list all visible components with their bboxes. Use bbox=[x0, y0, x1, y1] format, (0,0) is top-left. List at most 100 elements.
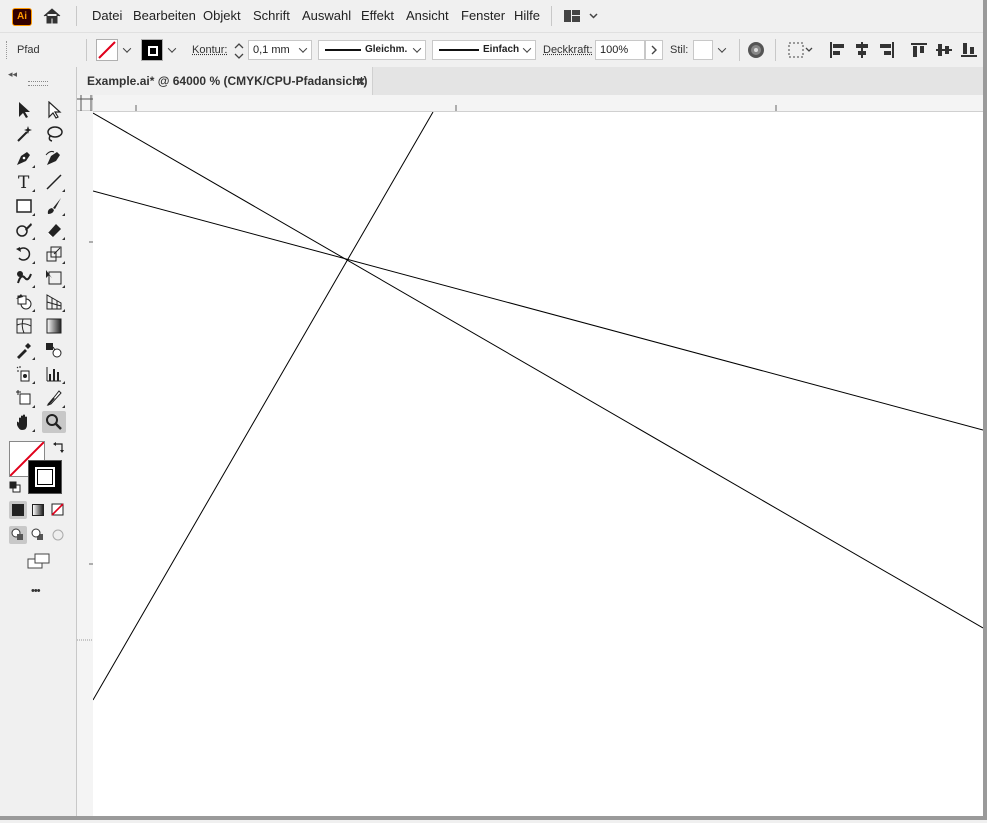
screen-mode-icon[interactable] bbox=[27, 553, 51, 569]
chevron-down-icon[interactable] bbox=[409, 40, 425, 60]
menu-objekt[interactable]: Objekt bbox=[203, 8, 241, 23]
stroke-weight-input[interactable]: 0,1 mm bbox=[248, 40, 312, 60]
shaper-tool-icon[interactable] bbox=[12, 219, 36, 241]
perspective-grid-tool-icon[interactable] bbox=[42, 291, 66, 313]
align-left-icon[interactable] bbox=[828, 41, 846, 59]
align-horizontal-center-icon[interactable] bbox=[853, 41, 871, 59]
direct-selection-tool-icon[interactable] bbox=[42, 99, 66, 121]
opacity-label[interactable]: Deckkraft: bbox=[543, 44, 593, 56]
document-tab[interactable]: Example.ai* @ 64000 % (CMYK/CPU-Pfadansi… bbox=[77, 67, 373, 95]
horizontal-ruler[interactable] bbox=[77, 95, 987, 112]
stroke-swatch[interactable] bbox=[141, 39, 163, 61]
fill-swatch[interactable] bbox=[96, 39, 118, 61]
style-swatch[interactable] bbox=[693, 40, 713, 60]
shape-builder-tool-icon[interactable] bbox=[12, 291, 36, 313]
gradient-tool-icon[interactable] bbox=[42, 315, 66, 337]
align-to-selection-icon[interactable] bbox=[787, 41, 813, 59]
none-button[interactable] bbox=[49, 501, 67, 519]
brush-definition-dropdown[interactable]: Einfach bbox=[432, 40, 536, 60]
profile-line-icon bbox=[325, 49, 361, 51]
blend-tool-icon[interactable] bbox=[42, 339, 66, 361]
color-mode-group bbox=[9, 501, 67, 521]
ruler-origin[interactable] bbox=[77, 95, 93, 111]
gradient-button[interactable] bbox=[29, 501, 47, 519]
menu-auswahl[interactable]: Auswahl bbox=[302, 8, 351, 23]
stroke-weight-stepper[interactable] bbox=[231, 40, 247, 62]
chevron-down-icon[interactable] bbox=[295, 40, 311, 60]
draw-normal-icon bbox=[9, 526, 27, 544]
fill-dropdown-chevron-icon[interactable] bbox=[119, 40, 135, 60]
path-line bbox=[93, 191, 983, 430]
color-icon bbox=[12, 504, 24, 516]
symbol-sprayer-tool-icon[interactable] bbox=[12, 363, 36, 385]
column-graph-tool-icon[interactable] bbox=[42, 363, 66, 385]
chevron-right-icon bbox=[646, 41, 662, 59]
menu-ansicht[interactable]: Ansicht bbox=[406, 8, 449, 23]
color-button[interactable] bbox=[9, 501, 27, 519]
draw-inside-icon bbox=[49, 526, 67, 544]
recolor-artwork-icon[interactable] bbox=[747, 41, 765, 59]
hand-tool-icon[interactable] bbox=[12, 411, 36, 433]
path-line bbox=[93, 113, 983, 628]
align-top-icon[interactable] bbox=[910, 41, 928, 59]
menu-effekt[interactable]: Effekt bbox=[361, 8, 394, 23]
workspace-switcher[interactable] bbox=[563, 9, 601, 23]
separator bbox=[775, 39, 776, 61]
window-border bbox=[983, 0, 987, 820]
opacity-value: 100% bbox=[600, 44, 628, 56]
default-fill-stroke-icon[interactable] bbox=[9, 481, 21, 493]
line-segment-tool-icon[interactable] bbox=[42, 171, 66, 193]
curvature-tool-icon[interactable] bbox=[42, 147, 66, 169]
menu-fenster[interactable]: Fenster bbox=[461, 8, 505, 23]
workspace-icon bbox=[563, 9, 601, 23]
swap-fill-stroke-icon[interactable] bbox=[52, 441, 66, 455]
scale-tool-icon[interactable] bbox=[42, 243, 66, 265]
lasso-tool-icon[interactable] bbox=[42, 123, 66, 145]
paintbrush-tool-icon[interactable] bbox=[42, 195, 66, 217]
stroke-label[interactable]: Kontur: bbox=[192, 44, 227, 56]
free-transform-tool-icon[interactable] bbox=[42, 267, 66, 289]
vertical-ruler[interactable] bbox=[77, 111, 94, 820]
stroke-color-swatch[interactable] bbox=[28, 460, 62, 494]
ruler-ticks bbox=[77, 95, 987, 111]
mesh-tool-icon[interactable] bbox=[12, 315, 36, 337]
align-bottom-icon[interactable] bbox=[960, 41, 978, 59]
chevron-down-icon[interactable] bbox=[519, 40, 535, 60]
draw-inside-button[interactable] bbox=[49, 526, 67, 544]
eraser-tool-icon[interactable] bbox=[42, 219, 66, 241]
warp-tool-icon[interactable] bbox=[12, 267, 36, 289]
separator bbox=[739, 39, 740, 61]
align-vertical-center-icon[interactable] bbox=[935, 41, 953, 59]
align-right-icon[interactable] bbox=[878, 41, 896, 59]
menu-datei[interactable]: Datei bbox=[92, 8, 122, 23]
eyedropper-tool-icon[interactable] bbox=[12, 339, 36, 361]
variable-width-profile-dropdown[interactable]: Gleichm. bbox=[318, 40, 426, 60]
close-icon[interactable]: × bbox=[357, 73, 365, 89]
grip-handle[interactable] bbox=[28, 81, 48, 86]
artboard-canvas[interactable] bbox=[93, 112, 983, 816]
rectangle-tool-icon[interactable] bbox=[12, 195, 36, 217]
menu-hilfe[interactable]: Hilfe bbox=[514, 8, 540, 23]
menu-schrift[interactable]: Schrift bbox=[253, 8, 290, 23]
slice-tool-icon[interactable] bbox=[42, 387, 66, 409]
opacity-flyout-button[interactable] bbox=[645, 40, 663, 60]
path-line bbox=[93, 112, 433, 700]
stroke-dropdown-chevron-icon[interactable] bbox=[164, 40, 180, 60]
edit-toolbar-button[interactable]: ••• bbox=[31, 585, 40, 597]
artboard-tool-icon[interactable] bbox=[12, 387, 36, 409]
collapse-panel-icon[interactable]: ◂◂ bbox=[8, 69, 17, 80]
pen-tool-icon[interactable] bbox=[12, 147, 36, 169]
opacity-input[interactable]: 100% bbox=[595, 40, 645, 60]
menu-bearbeiten[interactable]: Bearbeiten bbox=[133, 8, 196, 23]
zoom-tool-icon[interactable] bbox=[42, 411, 66, 433]
magic-wand-tool-icon[interactable] bbox=[12, 123, 36, 145]
style-dropdown-chevron-icon[interactable] bbox=[714, 40, 730, 60]
rotate-tool-icon[interactable] bbox=[12, 243, 36, 265]
home-icon[interactable] bbox=[42, 7, 62, 25]
stroke-weight-value: 0,1 mm bbox=[253, 44, 290, 56]
grip-handle[interactable] bbox=[6, 41, 10, 59]
draw-normal-button[interactable] bbox=[9, 526, 27, 544]
selection-tool-icon[interactable] bbox=[12, 99, 36, 121]
draw-behind-button[interactable] bbox=[29, 526, 47, 544]
type-tool-icon[interactable]: T bbox=[12, 171, 36, 193]
